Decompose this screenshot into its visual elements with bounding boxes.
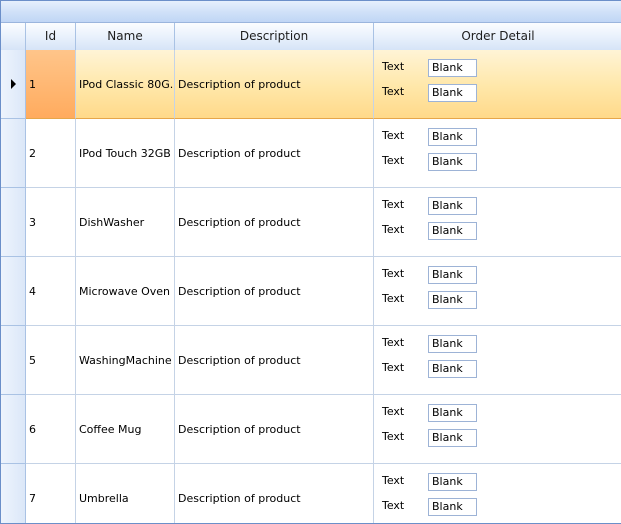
- row-selector[interactable]: [1, 464, 26, 523]
- cell-order-detail: Text Blank Text Blank: [374, 395, 621, 464]
- detail-label: Text: [382, 198, 405, 211]
- detail-value-field[interactable]: Blank: [428, 197, 477, 215]
- detail-label: Text: [382, 336, 405, 349]
- detail-label: Text: [382, 499, 405, 512]
- row-selector[interactable]: [1, 119, 26, 188]
- cell-order-detail: Text Blank Text Blank: [374, 257, 621, 326]
- table-row[interactable]: 1 IPod Classic 80G... Description of pro…: [1, 50, 621, 119]
- detail-value-field[interactable]: Blank: [428, 291, 477, 309]
- row-selector[interactable]: [1, 395, 26, 464]
- cell-id[interactable]: 2: [26, 119, 76, 188]
- detail-label: Text: [382, 223, 405, 236]
- cell-order-detail: Text Blank Text Blank: [374, 464, 621, 523]
- cell-name[interactable]: Coffee Mug: [76, 395, 175, 464]
- row-selector-header: [1, 23, 26, 50]
- row-selector[interactable]: [1, 188, 26, 257]
- detail-label: Text: [382, 361, 405, 374]
- detail-value-field[interactable]: Blank: [428, 128, 477, 146]
- cell-name[interactable]: IPod Touch 32GB: [76, 119, 175, 188]
- column-header-order-detail[interactable]: Order Detail: [374, 23, 621, 50]
- cell-description[interactable]: Description of product: [175, 395, 374, 464]
- cell-description[interactable]: Description of product: [175, 326, 374, 395]
- cell-order-detail: Text Blank Text Blank: [374, 119, 621, 188]
- cell-description[interactable]: Description of product: [175, 50, 374, 119]
- detail-value-field[interactable]: Blank: [428, 498, 477, 516]
- cell-name[interactable]: Microwave Oven: [76, 257, 175, 326]
- cell-description[interactable]: Description of product: [175, 188, 374, 257]
- current-row-arrow-icon: [11, 79, 16, 89]
- detail-value-field[interactable]: Blank: [428, 473, 477, 491]
- detail-label: Text: [382, 60, 405, 73]
- table-row[interactable]: 5 WashingMachine Description of product …: [1, 326, 621, 395]
- column-header-description[interactable]: Description: [175, 23, 374, 50]
- detail-label: Text: [382, 129, 405, 142]
- detail-value-field[interactable]: Blank: [428, 59, 477, 77]
- cell-name[interactable]: IPod Classic 80G...: [76, 50, 175, 119]
- cell-name[interactable]: DishWasher: [76, 188, 175, 257]
- data-grid: Id Name Description Order Detail 1 IPod …: [0, 0, 621, 524]
- cell-order-detail: Text Blank Text Blank: [374, 188, 621, 257]
- cell-order-detail: Text Blank Text Blank: [374, 50, 621, 119]
- detail-label: Text: [382, 267, 405, 280]
- cell-description[interactable]: Description of product: [175, 119, 374, 188]
- detail-label: Text: [382, 154, 405, 167]
- table-row[interactable]: 4 Microwave Oven Description of product …: [1, 257, 621, 326]
- detail-label: Text: [382, 474, 405, 487]
- cell-id[interactable]: 1: [26, 50, 76, 119]
- cell-description[interactable]: Description of product: [175, 464, 374, 523]
- group-panel: [1, 1, 621, 23]
- cell-id[interactable]: 4: [26, 257, 76, 326]
- detail-value-field[interactable]: Blank: [428, 404, 477, 422]
- detail-value-field[interactable]: Blank: [428, 360, 477, 378]
- detail-value-field[interactable]: Blank: [428, 266, 477, 284]
- table-row[interactable]: 7 Umbrella Description of product Text B…: [1, 464, 621, 523]
- cell-description[interactable]: Description of product: [175, 257, 374, 326]
- cell-id[interactable]: 3: [26, 188, 76, 257]
- cell-id[interactable]: 7: [26, 464, 76, 523]
- row-selector[interactable]: [1, 50, 26, 119]
- row-selector[interactable]: [1, 257, 26, 326]
- detail-label: Text: [382, 292, 405, 305]
- table-row[interactable]: 3 DishWasher Description of product Text…: [1, 188, 621, 257]
- detail-value-field[interactable]: Blank: [428, 84, 477, 102]
- cell-name[interactable]: WashingMachine: [76, 326, 175, 395]
- detail-value-field[interactable]: Blank: [428, 335, 477, 353]
- cell-id[interactable]: 5: [26, 326, 76, 395]
- detail-label: Text: [382, 405, 405, 418]
- detail-value-field[interactable]: Blank: [428, 153, 477, 171]
- detail-value-field[interactable]: Blank: [428, 222, 477, 240]
- cell-name[interactable]: Umbrella: [76, 464, 175, 523]
- cell-order-detail: Text Blank Text Blank: [374, 326, 621, 395]
- column-header-row: Id Name Description Order Detail: [1, 23, 621, 51]
- table-row[interactable]: 2 IPod Touch 32GB Description of product…: [1, 119, 621, 188]
- row-selector[interactable]: [1, 326, 26, 395]
- cell-id[interactable]: 6: [26, 395, 76, 464]
- detail-label: Text: [382, 430, 405, 443]
- table-row[interactable]: 6 Coffee Mug Description of product Text…: [1, 395, 621, 464]
- detail-value-field[interactable]: Blank: [428, 429, 477, 447]
- column-header-id[interactable]: Id: [26, 23, 76, 50]
- detail-label: Text: [382, 85, 405, 98]
- column-header-name[interactable]: Name: [76, 23, 175, 50]
